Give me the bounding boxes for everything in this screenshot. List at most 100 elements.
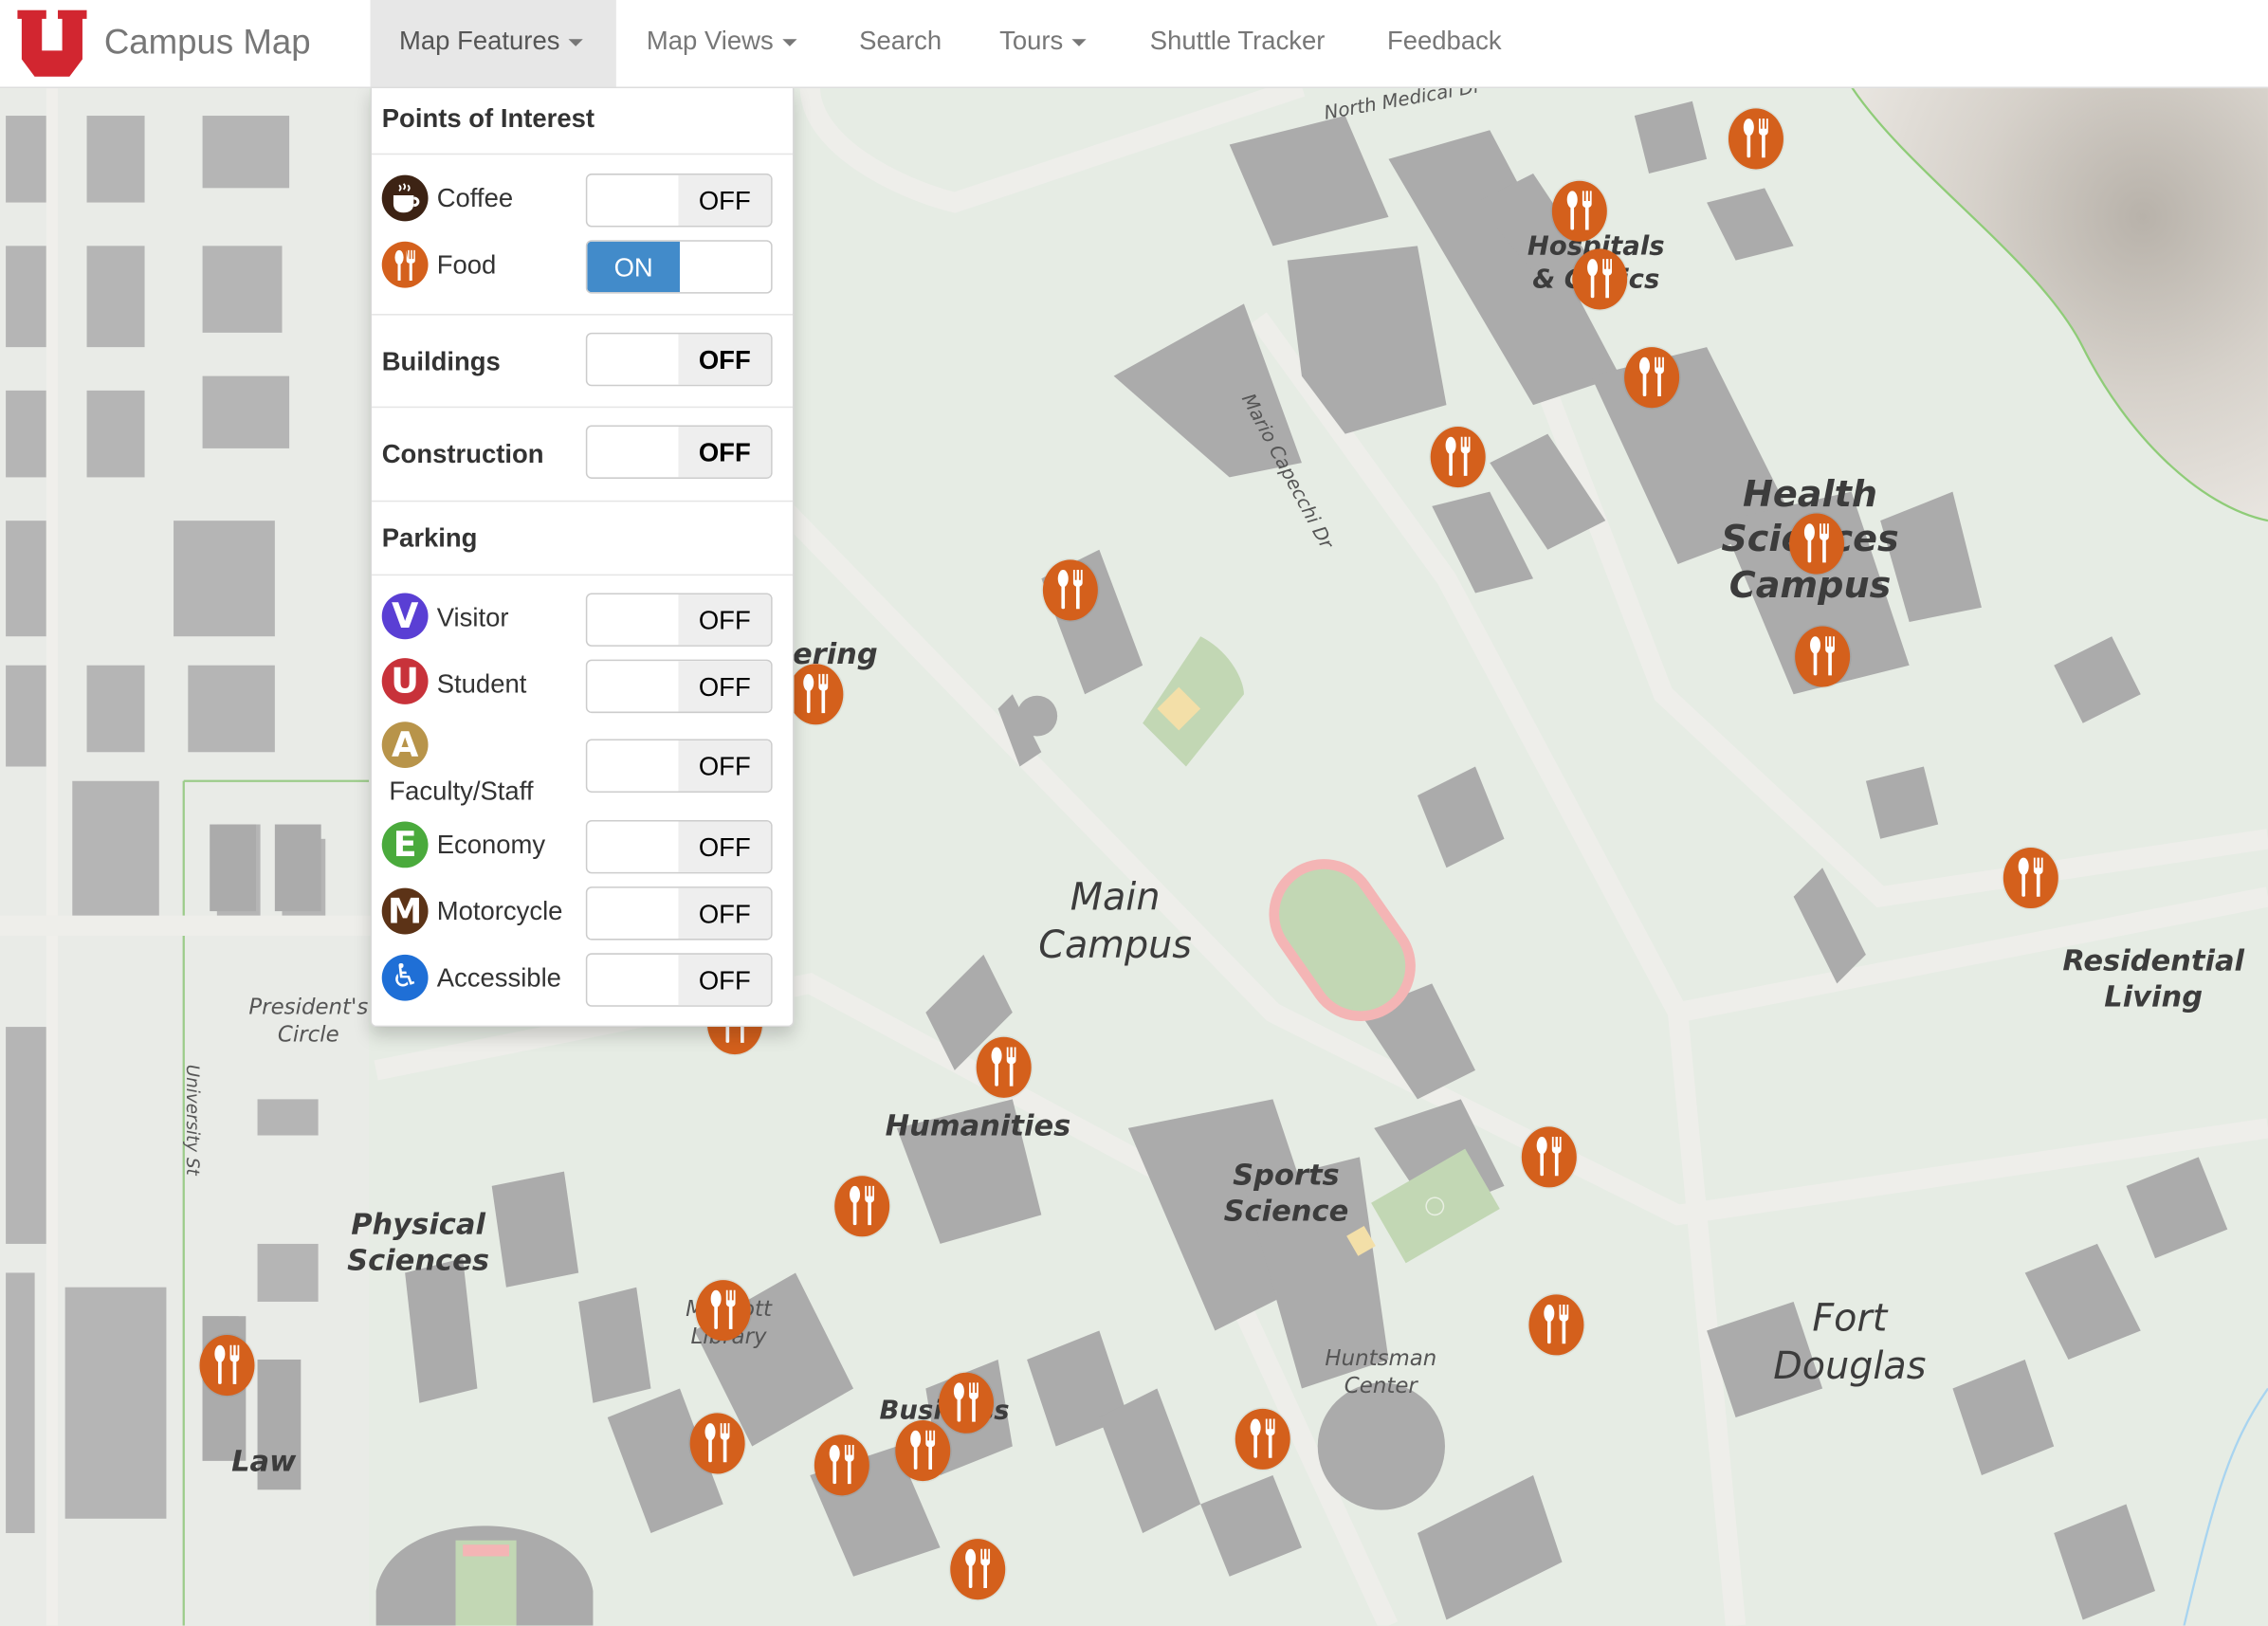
label-line: Fort	[1812, 1297, 1888, 1342]
label-line: Science	[1223, 1193, 1349, 1229]
coffee-cup-icon	[381, 174, 429, 222]
economy-parking-toggle[interactable]: OFF	[585, 819, 773, 874]
food-marker[interactable]	[788, 664, 844, 725]
label-line: Douglas	[1773, 1343, 1927, 1388]
map-features-dropdown: Points of Interest Coffee OFF Food ON Bu…	[370, 86, 795, 1028]
food-marker[interactable]	[1235, 1408, 1290, 1470]
nav-map-views-label: Map Views	[646, 26, 774, 55]
food-marker[interactable]	[1430, 427, 1486, 488]
food-marker[interactable]	[1551, 180, 1607, 242]
label-line: Health	[1743, 472, 1878, 516]
food-marker[interactable]	[834, 1176, 890, 1237]
toggle-state: OFF	[678, 334, 772, 385]
food-label: Food	[436, 249, 497, 280]
top-navbar: Campus Map Map Features Map Views Search…	[0, 0, 2268, 89]
coffee-toggle[interactable]: OFF	[585, 174, 773, 228]
visitor-parking-toggle[interactable]: OFF	[585, 593, 773, 647]
divider	[372, 314, 793, 316]
label-line: President's	[248, 994, 369, 1020]
fork-spoon-icon	[1810, 636, 1835, 676]
place-label-presidents-circle: President's Circle	[248, 994, 368, 1048]
toggle-state: OFF	[678, 427, 772, 478]
fork-spoon-icon	[1057, 570, 1083, 610]
nav-tours[interactable]: Tours	[971, 0, 1116, 87]
food-marker[interactable]	[689, 1413, 745, 1474]
caret-down-icon	[781, 38, 797, 46]
buildings-toggle[interactable]: OFF	[585, 332, 773, 387]
toggle-state: ON	[587, 241, 680, 293]
food-marker[interactable]	[1572, 248, 1628, 310]
food-toggle[interactable]: ON	[585, 240, 773, 294]
divider	[372, 574, 793, 576]
caret-down-icon	[568, 38, 583, 46]
fork-spoon-icon	[2018, 857, 2043, 897]
nav-search-label: Search	[859, 26, 942, 55]
toggle-state: OFF	[678, 661, 772, 712]
fork-spoon-icon	[381, 241, 429, 288]
campus-map[interactable]: North Medical Dr Mario Capecchi Dr Unive…	[0, 86, 2268, 1626]
food-marker[interactable]	[976, 1036, 1032, 1098]
nav-feedback-label: Feedback	[1386, 26, 1502, 55]
fork-spoon-icon	[1803, 523, 1829, 563]
label-line: Sciences	[347, 1242, 490, 1278]
nav-search[interactable]: Search	[831, 0, 971, 87]
fork-spoon-icon	[1639, 356, 1664, 396]
food-marker[interactable]	[2003, 847, 2058, 909]
student-parking-toggle[interactable]: OFF	[585, 659, 773, 714]
food-marker[interactable]	[695, 1280, 751, 1342]
region-label-main-campus: Main Campus	[1038, 875, 1192, 969]
caret-down-icon	[1071, 38, 1087, 46]
food-marker[interactable]	[895, 1420, 951, 1482]
brand[interactable]: Campus Map	[17, 9, 311, 78]
nav-shuttle-tracker-label: Shuttle Tracker	[1149, 26, 1326, 55]
app-title: Campus Map	[103, 23, 311, 63]
nav-map-features-label: Map Features	[399, 26, 560, 55]
label-line: Campus	[1038, 923, 1192, 967]
nav-shuttle-tracker[interactable]: Shuttle Tracker	[1121, 0, 1354, 87]
label-line: Circle	[277, 1020, 339, 1048]
construction-toggle[interactable]: OFF	[585, 425, 773, 479]
toggle-state: OFF	[678, 740, 772, 792]
accessible-parking-toggle[interactable]: OFF	[585, 953, 773, 1007]
label-line: Physical	[351, 1206, 485, 1241]
toggle-state: OFF	[678, 594, 772, 646]
divider	[372, 406, 793, 409]
nav-tours-label: Tours	[999, 26, 1064, 55]
fork-spoon-icon	[1743, 119, 1768, 158]
fork-spoon-icon	[1544, 1305, 1569, 1344]
food-marker[interactable]	[814, 1434, 869, 1496]
label-line: Huntsman	[1325, 1344, 1437, 1372]
nav-map-features[interactable]: Map Features	[370, 0, 616, 87]
food-marker[interactable]	[950, 1539, 1006, 1600]
fork-spoon-icon	[1250, 1418, 1275, 1458]
toggle-state: OFF	[678, 821, 772, 872]
fork-spoon-icon	[1536, 1137, 1562, 1177]
region-label-residential-living: Residential Living	[2062, 943, 2244, 1015]
toggle-state: OFF	[678, 954, 772, 1006]
university-u-logo	[17, 9, 87, 77]
economy-label: Economy	[436, 830, 546, 860]
food-marker[interactable]	[1795, 626, 1851, 687]
food-marker[interactable]	[1789, 513, 1845, 575]
visitor-label: Visitor	[436, 603, 509, 632]
region-label-fort-douglas: Fort Douglas	[1773, 1296, 1926, 1390]
toggle-state: OFF	[678, 887, 772, 940]
fork-spoon-icon	[214, 1344, 240, 1384]
visitor-parking-icon: V	[381, 593, 429, 640]
food-marker[interactable]	[1042, 559, 1098, 621]
food-marker[interactable]	[1624, 347, 1680, 409]
coffee-label: Coffee	[436, 183, 514, 213]
economy-parking-icon: E	[381, 821, 429, 868]
points-of-interest-header: Points of Interest	[381, 103, 595, 134]
food-marker[interactable]	[1728, 108, 1783, 170]
nav-map-views[interactable]: Map Views	[617, 0, 825, 87]
food-marker[interactable]	[1521, 1126, 1577, 1188]
street-label-university-st: University St	[182, 1064, 203, 1176]
faculty-staff-parking-toggle[interactable]: OFF	[585, 739, 773, 793]
food-marker[interactable]	[1528, 1294, 1584, 1356]
food-marker[interactable]	[199, 1335, 255, 1397]
fork-spoon-icon	[850, 1185, 875, 1226]
nav-feedback[interactable]: Feedback	[1358, 0, 1530, 87]
motorcycle-parking-toggle[interactable]: OFF	[585, 886, 773, 941]
fork-spoon-icon	[704, 1423, 730, 1463]
